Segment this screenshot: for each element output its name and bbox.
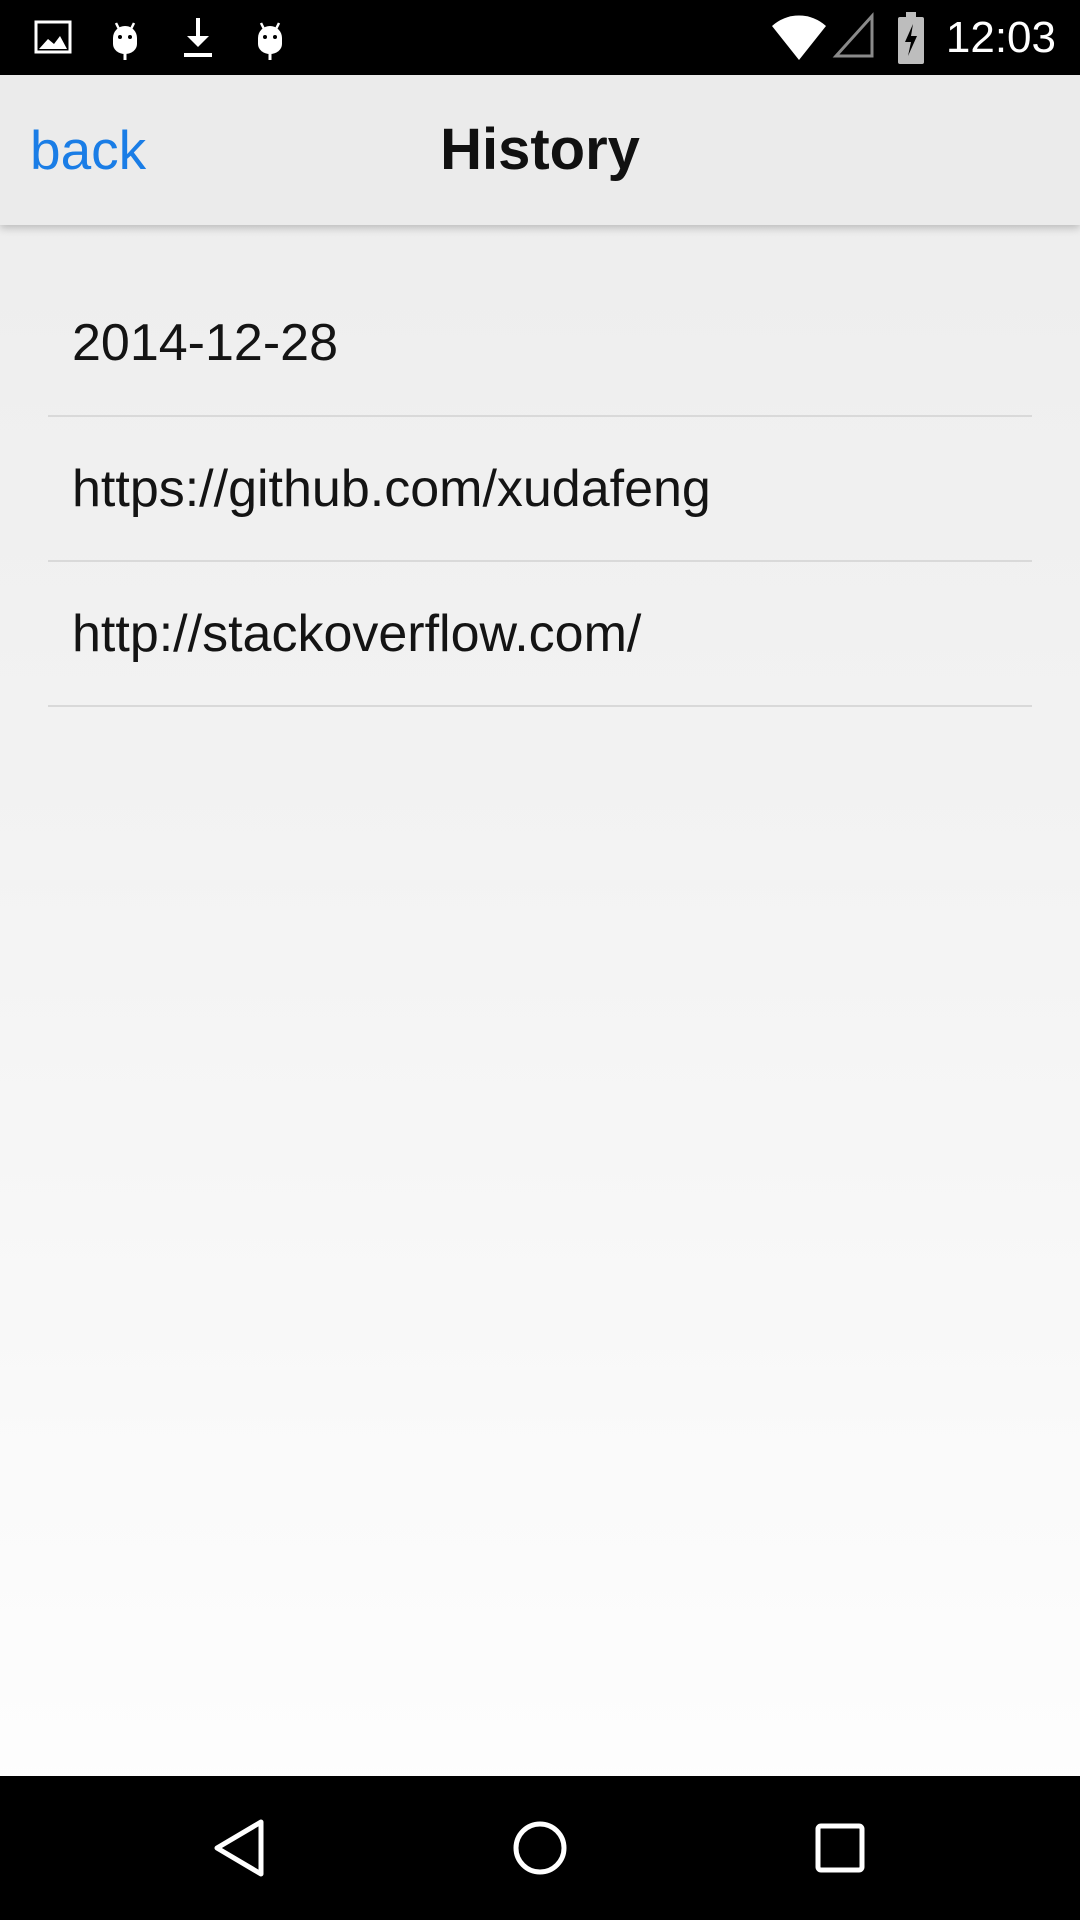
- history-item[interactable]: 2014-12-28: [48, 271, 1032, 417]
- header-bar: History back: [0, 75, 1080, 225]
- back-button[interactable]: back: [30, 75, 146, 225]
- page-title-container: History: [0, 75, 1080, 225]
- history-item-label: 2014-12-28: [72, 314, 338, 372]
- download-icon: [173, 12, 223, 62]
- system-nav-bar: [0, 1776, 1080, 1920]
- back-triangle-icon[interactable]: [205, 1813, 275, 1883]
- page-title: History: [440, 117, 640, 182]
- android-icon: [245, 12, 295, 62]
- battery-charging-icon: [896, 10, 926, 66]
- history-item[interactable]: http://stackoverflow.com/: [48, 562, 1032, 707]
- status-clock: 12:03: [945, 13, 1056, 62]
- wifi-icon: [770, 8, 828, 66]
- status-bar: 12:03: [0, 0, 1080, 75]
- home-circle-icon[interactable]: [505, 1813, 575, 1883]
- recents-square-icon[interactable]: [805, 1813, 875, 1883]
- history-list: 2014-12-28 https://github.com/xudafeng h…: [48, 271, 1032, 707]
- image-icon: [28, 12, 78, 62]
- cell-signal-icon: [832, 10, 876, 60]
- android-icon: [100, 12, 150, 62]
- history-item-label: http://stackoverflow.com/: [72, 604, 642, 663]
- history-item[interactable]: https://github.com/xudafeng: [48, 417, 1032, 562]
- history-item-label: https://github.com/xudafeng: [72, 459, 711, 518]
